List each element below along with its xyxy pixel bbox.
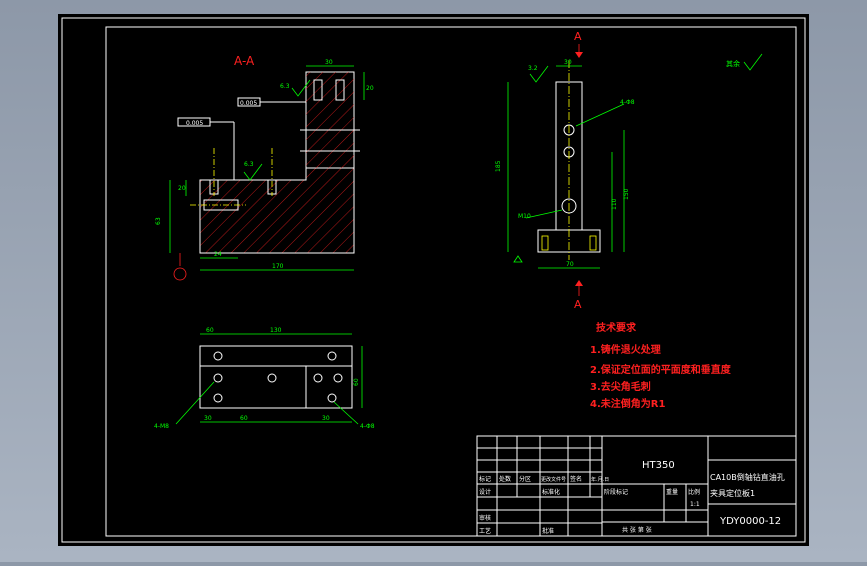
part-name-1: CA10B倒轴钻直油孔 [710,472,785,482]
tech-title: 技术要求 [596,321,637,334]
scale-label: 比例 [688,488,700,496]
thread-note: M10 [518,213,531,220]
scale: 1:1 [690,501,700,508]
tech-item: 4.未注倒角为R1 [590,397,665,410]
row-label: 标准化 [542,488,560,496]
dim-w2-text: 30 [204,415,212,422]
roughness-text: 3.2 [528,65,538,72]
material: HT350 [642,460,675,471]
row-label: 签名 [570,475,582,483]
part-name-2: 夹具定位板1 [710,488,755,498]
dim-small-text: 20 [178,185,186,192]
row-label: 批准 [542,527,554,535]
row-label: 年.月.日 [591,476,609,483]
cut-mark-bottom: A [574,298,582,311]
dim-width-text: 170 [272,263,284,270]
dim-h2-text: 60 [353,378,360,386]
row-label: 分区 [519,475,531,483]
dim-width-text: 30 [564,59,572,66]
row-label: 处数 [499,475,511,483]
upright-hatch [306,72,354,168]
roughness-text: 6.3 [280,83,290,90]
row-label: 审核 [479,514,491,522]
tech-item: 2.保证定位面的平面度和垂直度 [590,363,732,376]
section-label: A-A [234,54,255,68]
tolerance-text: 0.005 [186,120,203,127]
tech-item: 1.铸件退火处理 [590,343,661,356]
cut-mark-top: A [574,30,582,43]
roughness-text: 6.3 [244,161,254,168]
cad-drawing-viewport[interactable]: A-A 170 24 30 63 20 20 6.3 6.3 0.005 0.0… [0,0,867,562]
note-left: 4-M8 [154,423,169,430]
note-right: 4-Φ8 [360,423,375,430]
finish-note: 其余 [726,59,740,68]
drawing-canvas: A-A 170 24 30 63 20 20 6.3 6.3 0.005 0.0… [58,14,809,546]
drawing-number: YDY0000-12 [719,516,781,527]
dim-h2-text: 150 [623,188,630,200]
dim-hole-text: 20 [366,85,374,92]
dim-w3-text: 60 [240,415,248,422]
dim-height-text: 185 [495,160,502,172]
dim-bottom-text: 70 [566,261,574,268]
dim-w1-text: 60 [206,327,214,334]
dim-height-text: 63 [155,217,162,225]
dim-h1-text: 110 [611,198,618,210]
row-label: 标记 [479,475,491,483]
dim-top-text: 30 [325,59,333,66]
dim-w4-text: 30 [322,415,330,422]
weight-label: 重量 [666,488,678,496]
row-label: 更改文件号 [541,476,566,483]
row-label: 设计 [479,488,491,496]
row-label: 工艺 [479,527,491,535]
holes-note: 4-Φ8 [620,99,635,106]
tolerance-text: 0.005 [240,100,257,107]
stage-label: 阶段标记 [604,488,628,496]
dim-left-text: 24 [214,251,222,258]
sheet-info: 共 张 第 张 [622,526,652,534]
model-space [58,14,809,546]
dim-total-text: 130 [270,327,282,334]
tech-item: 3.去尖角毛刺 [590,380,651,393]
